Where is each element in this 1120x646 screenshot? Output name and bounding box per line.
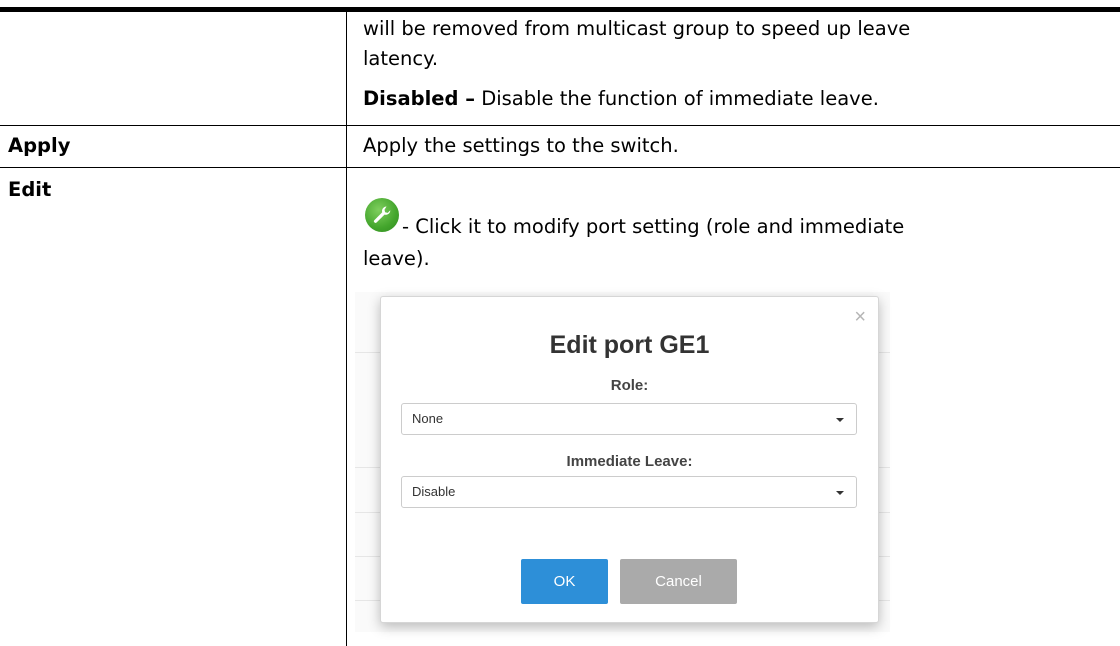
role-select-value: None — [412, 411, 444, 426]
row-divider — [0, 125, 1120, 126]
role-label: Role: — [610, 377, 649, 394]
disabled-desc: Disable the function of immediate leave. — [475, 87, 879, 110]
row-divider — [0, 167, 1120, 168]
chevron-down-icon — [836, 491, 844, 495]
apply-desc: Apply the settings to the switch. — [363, 134, 679, 157]
disabled-option-desc: Disabled – Disable the function of immed… — [363, 84, 879, 114]
apply-term: Apply — [8, 134, 71, 157]
immediate-leave-select[interactable]: Disable — [401, 476, 857, 508]
edit-port-dialog: × Edit port GE1 Role: None Immediate Lea… — [380, 296, 879, 623]
edit-term: Edit — [8, 178, 52, 201]
ok-button[interactable]: OK — [521, 559, 608, 604]
cancel-button[interactable]: Cancel — [620, 559, 737, 604]
column-divider — [346, 12, 347, 646]
disabled-term: Disabled – — [363, 87, 476, 110]
immediate-leave-select-value: Disable — [412, 484, 456, 499]
close-icon[interactable]: × — [854, 307, 866, 327]
table-top-border — [0, 7, 1120, 12]
edit-desc-line2: leave). — [363, 247, 430, 270]
immediate-leave-label: Immediate Leave: — [566, 453, 693, 470]
immediate-leave-desc-line2: latency. — [363, 47, 439, 70]
edit-desc-line1: - Click it to modify port setting (role … — [402, 215, 905, 238]
role-select[interactable]: None — [401, 403, 857, 435]
immediate-leave-desc-line1: will be removed from multicast group to … — [363, 17, 911, 40]
chevron-down-icon — [836, 418, 844, 422]
wrench-icon — [365, 198, 399, 232]
dialog-title: Edit port GE1 — [549, 331, 710, 359]
